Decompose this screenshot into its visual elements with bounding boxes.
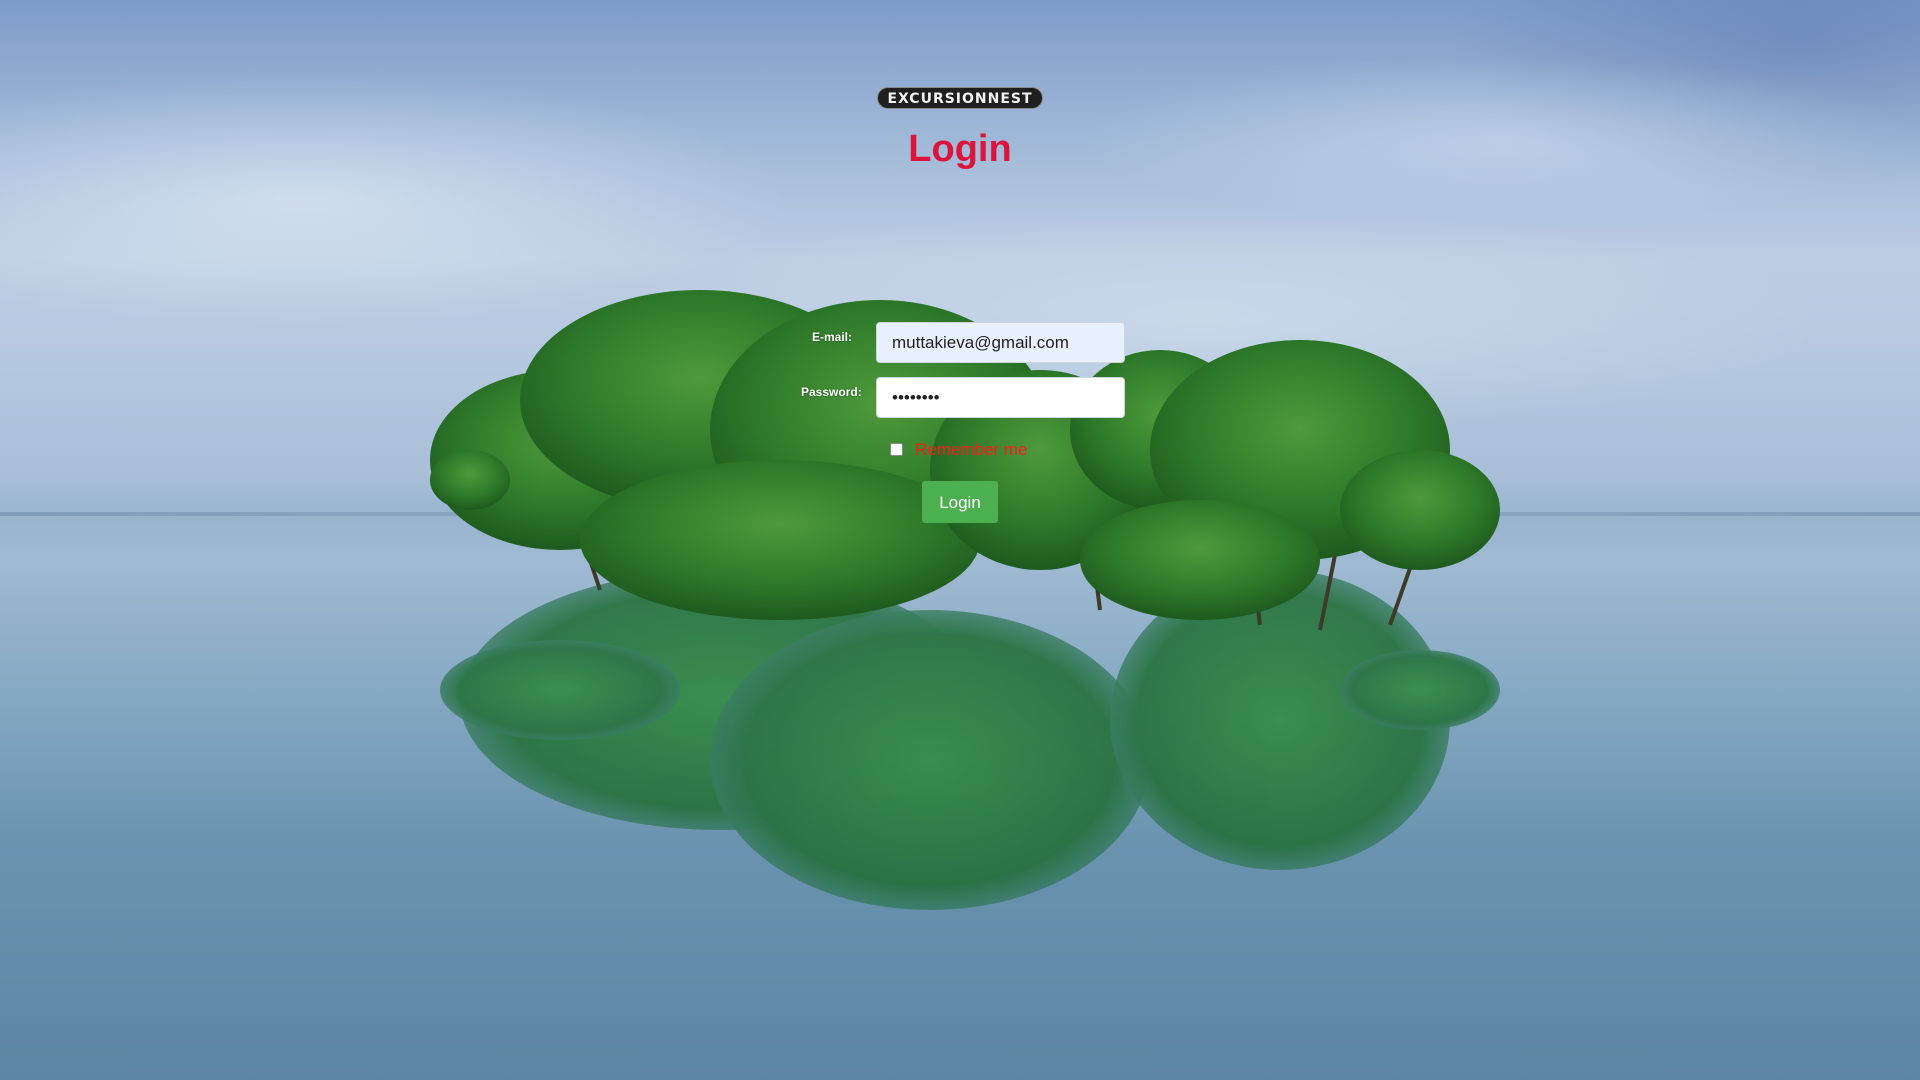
login-form: E-mail: Password: Remember me Login: [0, 0, 1920, 1080]
remember-me-label[interactable]: Remember me: [915, 440, 1027, 460]
email-label: E-mail:: [812, 330, 853, 344]
password-field[interactable]: [876, 377, 1125, 418]
remember-me-checkbox[interactable]: [890, 443, 903, 456]
login-button[interactable]: Login: [922, 481, 998, 523]
email-field[interactable]: [876, 322, 1125, 363]
password-label: Password:: [801, 385, 862, 399]
